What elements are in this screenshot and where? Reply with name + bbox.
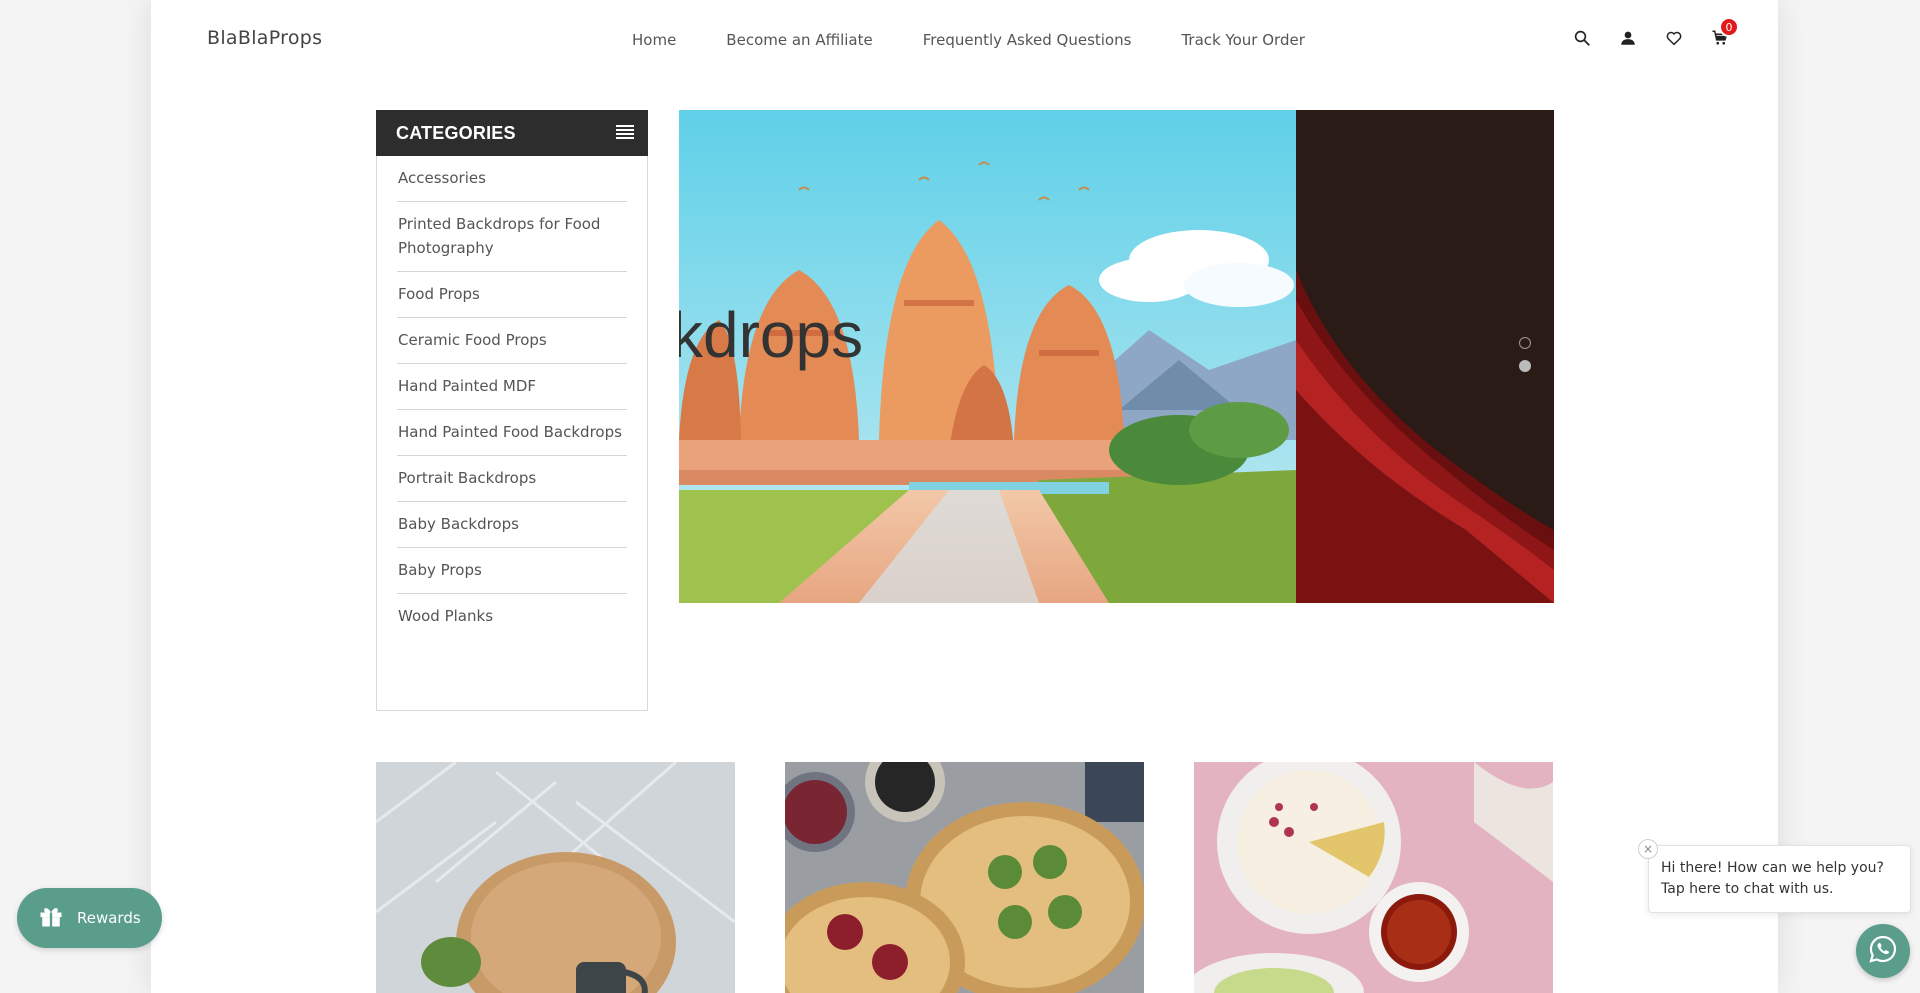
category-baby-props[interactable]: Baby Props: [397, 548, 627, 594]
category-baby-backdrops[interactable]: Baby Backdrops: [397, 502, 627, 548]
nav-faq[interactable]: Frequently Asked Questions: [923, 31, 1132, 49]
categories-title: CATEGORIES: [396, 122, 516, 143]
whatsapp-chat-button[interactable]: [1856, 924, 1910, 978]
categories-header[interactable]: CATEGORIES: [376, 110, 648, 156]
category-ceramic-food-props[interactable]: Ceramic Food Props: [397, 318, 627, 364]
product-card-3[interactable]: [1194, 762, 1553, 993]
categories-panel: CATEGORIES Accessories Printed Backdrops…: [376, 110, 648, 711]
whatsapp-icon: [1867, 933, 1899, 969]
user-icon[interactable]: [1616, 26, 1640, 50]
category-printed-backdrops[interactable]: Printed Backdrops for Food Photography: [397, 202, 627, 272]
category-accessories[interactable]: Accessories: [397, 156, 627, 202]
cart-count-badge: 0: [1719, 17, 1739, 37]
category-wood-planks[interactable]: Wood Planks: [397, 594, 627, 639]
chat-close-icon[interactable]: ×: [1638, 839, 1658, 859]
product-card-2[interactable]: [785, 762, 1144, 993]
gift-icon: [37, 902, 65, 934]
main-nav: Home Become an Affiliate Frequently Aske…: [632, 31, 1355, 49]
nav-become-affiliate[interactable]: Become an Affiliate: [726, 31, 872, 49]
product-image-2: [785, 762, 1144, 993]
header: BlaBlaProps Home Become an Affiliate Fre…: [151, 0, 1778, 80]
nav-home[interactable]: Home: [632, 31, 676, 49]
category-hand-painted-food-backdrops[interactable]: Hand Painted Food Backdrops: [397, 410, 627, 456]
slider-dot-2[interactable]: [1519, 360, 1531, 372]
slide-title: ckdrops: [679, 299, 864, 371]
search-icon[interactable]: [1570, 26, 1594, 50]
category-portrait-backdrops[interactable]: Portrait Backdrops: [397, 456, 627, 502]
heart-icon[interactable]: [1662, 26, 1686, 50]
menu-icon[interactable]: [616, 124, 634, 143]
rewards-label: Rewards: [77, 909, 141, 927]
category-hand-painted-mdf[interactable]: Hand Painted MDF: [397, 364, 627, 410]
product-card-1[interactable]: [376, 762, 735, 993]
slide-temple-illustration: e ckdrops: [679, 110, 1296, 603]
slide-curtain: [1296, 110, 1554, 603]
site-logo[interactable]: BlaBlaProps: [207, 27, 322, 49]
header-icons: 0: [1570, 17, 1754, 50]
cart-icon[interactable]: 0: [1708, 17, 1739, 50]
product-image-3: [1194, 762, 1553, 993]
slider-dot-1[interactable]: [1519, 337, 1531, 349]
category-food-props[interactable]: Food Props: [397, 272, 627, 318]
categories-list: Accessories Printed Backdrops for Food P…: [377, 156, 647, 639]
hero-slider[interactable]: e ckdrops: [679, 110, 1554, 603]
curtain-illustration: [1296, 110, 1554, 603]
page-container: BlaBlaProps Home Become an Affiliate Fre…: [151, 0, 1778, 993]
chat-prompt-bubble[interactable]: Hi there! How can we help you? Tap here …: [1648, 845, 1911, 913]
product-image-1: [376, 762, 735, 993]
rewards-button[interactable]: Rewards: [17, 888, 162, 948]
nav-track-order[interactable]: Track Your Order: [1181, 31, 1304, 49]
